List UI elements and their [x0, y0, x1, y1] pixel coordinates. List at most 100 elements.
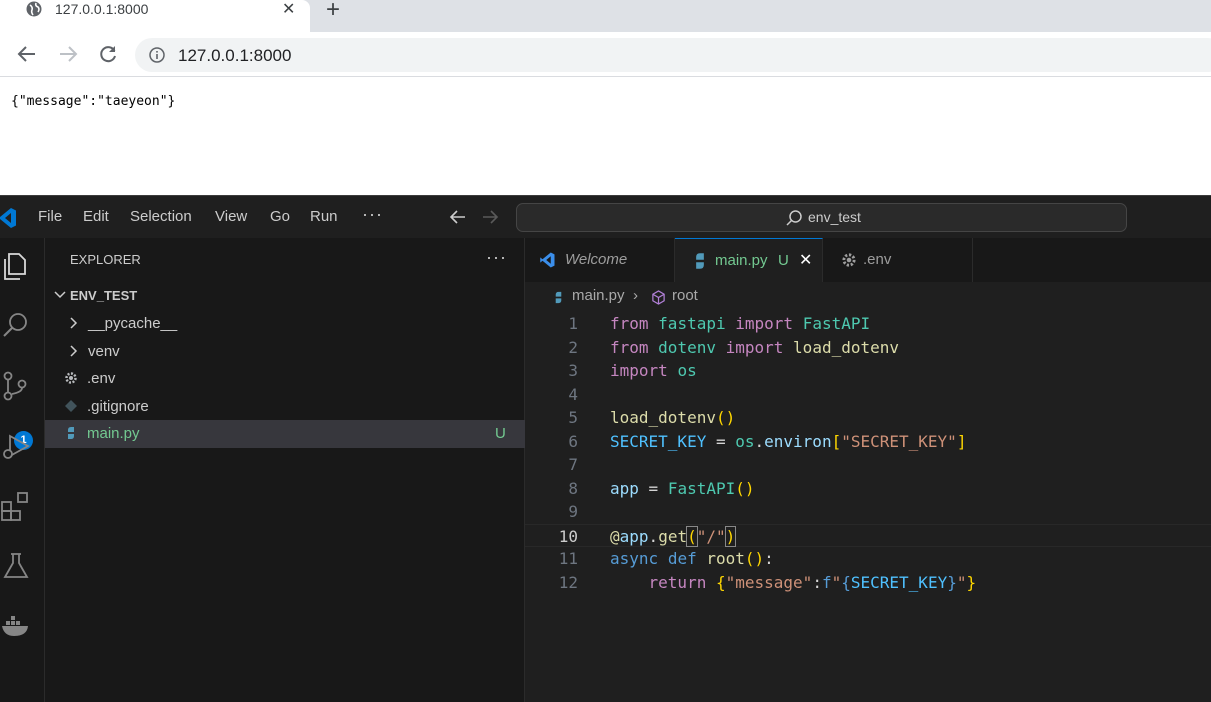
workspace-name: env_test — [808, 209, 861, 225]
menu-run[interactable]: Run — [310, 208, 338, 225]
explorer-title: EXPLORER — [70, 252, 141, 267]
code-line: 8 app = FastAPI() — [525, 477, 1211, 501]
python-icon — [555, 291, 562, 304]
source-control-icon[interactable] — [0, 370, 32, 402]
search-icon[interactable] — [0, 310, 32, 342]
code-text: from dotenv import load_dotenv — [610, 337, 900, 357]
code-text: import os — [610, 361, 697, 380]
new-tab-icon[interactable]: + — [326, 0, 340, 23]
explorer-more-icon[interactable]: ··· — [486, 247, 507, 268]
run-debug-icon[interactable] — [0, 430, 32, 462]
tree-item-label: .gitignore — [87, 398, 149, 415]
menu-view[interactable]: View — [215, 208, 247, 225]
nav-forward-icon[interactable] — [480, 207, 500, 227]
json-response: {"message":"taeyeon"} — [11, 94, 176, 109]
explorer-sidebar: EXPLORER ··· ENV_TEST __pycache__ venv .… — [45, 238, 525, 702]
extensions-icon[interactable] — [0, 490, 32, 522]
url-text: 127.0.0.1:8000 — [178, 46, 292, 65]
chevron-right-icon — [70, 317, 78, 329]
tree-item-gitignore[interactable]: .gitignore — [45, 393, 525, 421]
line-number: 12 — [558, 572, 578, 592]
code-text: async def root(): — [610, 549, 774, 568]
chevron-right-icon — [70, 345, 78, 357]
line-number: 2 — [568, 337, 578, 357]
tree-item-pycache[interactable]: __pycache__ — [45, 310, 525, 338]
code-line-current: 10 @app.get("/") — [525, 523, 1211, 547]
line-number: 9 — [568, 502, 578, 521]
command-center-search[interactable]: env_test — [516, 203, 1127, 232]
code-line: 9 — [525, 500, 1211, 524]
tab-welcome[interactable]: Welcome — [525, 238, 675, 282]
more-menu-icon[interactable]: ··· — [362, 204, 383, 225]
tab-label: .env — [863, 251, 892, 268]
page-content: {"message":"taeyeon"} — [0, 78, 1211, 195]
line-number: 8 — [568, 478, 578, 498]
code-line: 12 return {"message":f"{SECRET_KEY}"} — [525, 571, 1211, 595]
chevron-down-icon — [54, 291, 66, 299]
menu-go[interactable]: Go — [270, 208, 290, 225]
code-text: SECRET_KEY = os.environ["SECRET_KEY"] — [610, 431, 967, 451]
line-number: 6 — [568, 431, 578, 451]
menu-selection[interactable]: Selection — [130, 208, 192, 225]
browser-toolbar: 127.0.0.1:8000 — [0, 32, 1211, 77]
line-number: 11 — [558, 549, 578, 568]
vscode-window: File Edit Selection View Go Run ··· env_… — [0, 195, 1211, 702]
code-text: @app.get("/") — [610, 525, 737, 547]
search-icon — [786, 210, 802, 226]
tree-item-label: venv — [88, 343, 120, 360]
tree-item-venv[interactable]: venv — [45, 338, 525, 366]
gear-icon — [65, 372, 77, 384]
activity-bar: 1 — [0, 238, 45, 702]
line-number: 7 — [568, 455, 578, 474]
vscode-logo-icon — [540, 252, 555, 268]
browser-window: 127.0.0.1:8000 ✕ + 127.0.0.1:8000 {"mess… — [0, 0, 1211, 195]
browser-tab[interactable]: 127.0.0.1:8000 ✕ — [0, 0, 310, 32]
untracked-status-badge: U — [495, 425, 506, 442]
editor-area: Welcome main.py U ✕ .env main.py › root … — [525, 238, 1211, 702]
code-line: 5 load_dotenv() — [525, 406, 1211, 430]
vscode-logo-icon — [0, 208, 16, 228]
tab-main-py[interactable]: main.py U ✕ — [675, 238, 823, 282]
chevron-right-icon: › — [633, 287, 638, 304]
tree-item-label: __pycache__ — [88, 315, 178, 332]
python-icon — [696, 253, 704, 269]
code-text: load_dotenv() — [610, 408, 736, 427]
tab-label: main.py — [715, 252, 768, 269]
breadcrumb: main.py › root — [525, 282, 1211, 310]
nav-back-icon[interactable] — [448, 207, 468, 227]
editor-tabs: Welcome main.py U ✕ .env — [525, 238, 1211, 282]
tree-item-label: .env — [87, 370, 116, 387]
code-line: 3 import os — [525, 359, 1211, 383]
browser-tab-strip: 127.0.0.1:8000 ✕ + — [0, 0, 1211, 32]
breadcrumb-symbol[interactable]: root — [672, 287, 698, 304]
code-text: app = FastAPI() — [610, 478, 755, 498]
code-line: 6 SECRET_KEY = os.environ["SECRET_KEY"] — [525, 430, 1211, 454]
method-cube-icon — [652, 290, 665, 305]
explorer-files-icon[interactable] — [0, 250, 32, 282]
line-number: 1 — [568, 314, 578, 333]
forward-arrow-icon[interactable] — [56, 42, 80, 66]
tab-env[interactable]: .env — [823, 238, 973, 282]
close-icon[interactable]: ✕ — [799, 250, 812, 270]
close-tab-icon[interactable]: ✕ — [282, 1, 295, 19]
reload-icon[interactable] — [96, 42, 120, 66]
git-diamond-icon — [65, 400, 77, 412]
tab-status: U — [778, 252, 789, 269]
info-icon[interactable] — [149, 47, 165, 63]
code-line: 1 from fastapi import FastAPI — [525, 312, 1211, 336]
tree-item-label: main.py — [87, 425, 140, 442]
menu-edit[interactable]: Edit — [83, 208, 109, 225]
testing-flask-icon[interactable] — [0, 550, 32, 582]
docker-icon[interactable] — [0, 610, 32, 642]
browser-tab-title: 127.0.0.1:8000 — [55, 1, 149, 17]
menu-file[interactable]: File — [38, 208, 62, 225]
breadcrumb-file[interactable]: main.py — [572, 287, 625, 304]
code-line: 11 async def root(): — [525, 547, 1211, 571]
address-bar[interactable]: 127.0.0.1:8000 — [135, 38, 1211, 72]
tree-item-main-py[interactable]: main.py U — [45, 420, 525, 448]
code-line: 4 — [525, 383, 1211, 407]
code-line: 7 — [525, 453, 1211, 477]
tree-item-env[interactable]: .env — [45, 365, 525, 393]
workspace-root[interactable]: ENV_TEST — [45, 282, 525, 310]
back-arrow-icon[interactable] — [15, 42, 39, 66]
